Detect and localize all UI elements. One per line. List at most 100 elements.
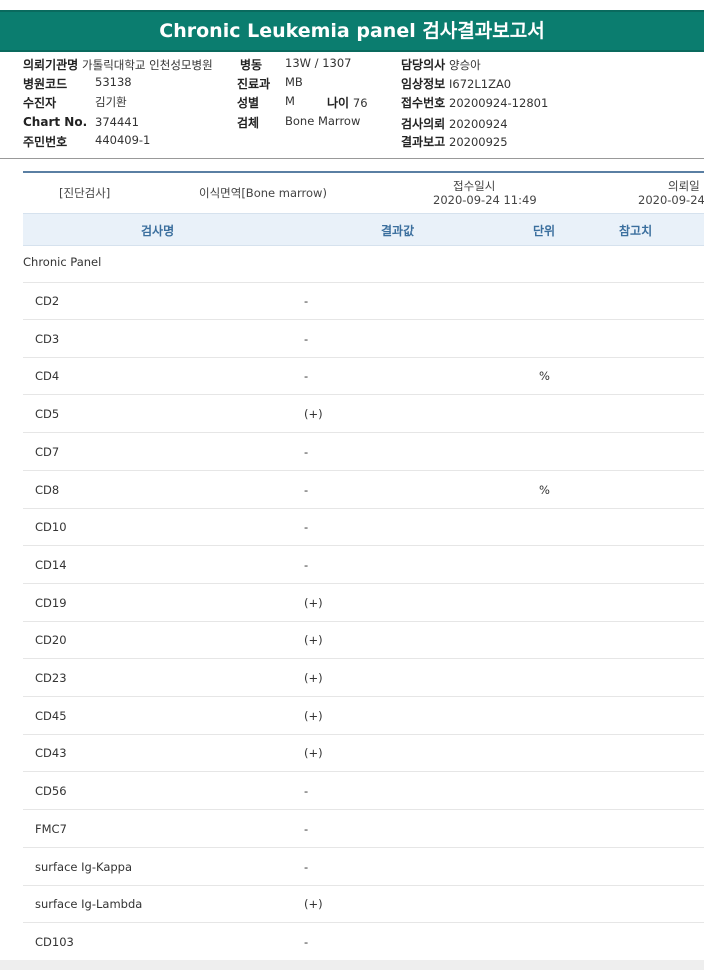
test-result: - [304, 520, 309, 535]
test-unit: % [539, 369, 550, 384]
received-label: 접수일시 [453, 179, 496, 193]
table-row: surface Ig-Kappa - [23, 848, 704, 886]
age-value: 76 [352, 96, 368, 110]
dept-field: 진료과 [237, 75, 270, 92]
test-name: CD23 [35, 671, 67, 685]
dept-label: 진료과 [237, 77, 271, 91]
test-result: - [304, 294, 309, 308]
test-unit: % [539, 482, 550, 497]
test-result: - [304, 369, 309, 384]
sex-value-field: M [285, 94, 295, 108]
clinical-field: 임상정보 I672L1ZA0 [401, 75, 511, 92]
test-result: - [304, 331, 309, 346]
requested-label: 의뢰일 [668, 179, 700, 193]
recipient-value-field: 김기환 [95, 94, 127, 110]
bottom-scroll-area [0, 960, 704, 970]
test-result: (+) [304, 633, 323, 648]
ward-value-field: 13W / 1307 [285, 56, 351, 70]
test-result: - [304, 934, 309, 949]
test-name: FMC7 [35, 821, 67, 836]
rrn-value: 440409-1 [95, 133, 151, 147]
table-row: CD14 - [23, 546, 704, 584]
specimen-field: 검체 [237, 114, 259, 131]
test-result: (+) [304, 407, 323, 422]
col-result: 결과값 [381, 224, 415, 238]
test-result: (+) [304, 746, 323, 761]
sex-field: 성별 [237, 94, 259, 111]
test-name: CD7 [35, 444, 60, 459]
receipt-value: 20200924-12801 [449, 96, 549, 110]
report-date-value: 20200925 [449, 135, 508, 149]
code-label: 병원코드 [23, 77, 68, 91]
code-field: 병원코드 [23, 75, 67, 92]
hospital-value: 가톨릭대학교 인천성모병원 [82, 58, 213, 72]
info-divider [0, 158, 704, 159]
received-value: 2020-09-24 11:49 [433, 193, 537, 207]
requested-value: 2020-09-24 [638, 193, 704, 207]
request-category: [진단검사] [59, 186, 111, 200]
table-row: CD7 - [23, 433, 704, 471]
test-name: surface Ig-Lambda [35, 897, 143, 912]
report-date-label: 결과보고 [401, 135, 446, 149]
patient-info: 의뢰기관명 가톨릭대학교 인천성모병원 병동 13W / 1307 담당의사 양… [0, 54, 704, 159]
test-name: CD43 [35, 746, 67, 761]
table-row: CD10 - [23, 508, 704, 547]
test-name: CD4 [35, 369, 60, 384]
sex-value: M [285, 94, 295, 108]
request-label: 검사의뢰 [401, 117, 446, 131]
chart-value-field: 374441 [95, 115, 139, 129]
table-row: CD56 - [23, 772, 704, 811]
recipient-field: 수진자 [23, 94, 56, 111]
code-value-field: 53138 [95, 75, 132, 89]
request-row: [진단검사] 이식면역[Bone marrow) 접수일시 2020-09-24… [23, 173, 704, 213]
doctor-field: 담당의사 양승아 [401, 56, 481, 73]
report-title: Chronic Leukemia panel 검사결과보고서 [0, 10, 704, 52]
specimen-value-field: Bone Marrow [285, 114, 360, 128]
col-name: 검사명 [141, 224, 175, 238]
chart-value: 374441 [95, 115, 139, 129]
request-value: 20200924 [449, 117, 508, 131]
request-test: 이식면역[Bone marrow) [199, 186, 327, 200]
test-result: - [304, 444, 309, 459]
hospital-label: 의뢰기관명 [23, 58, 79, 72]
table-row: CD2 - [23, 282, 704, 320]
test-result: (+) [304, 671, 323, 685]
test-name: surface Ig-Kappa [35, 859, 133, 874]
test-name: CD3 [35, 331, 60, 346]
recipient-value: 김기환 [95, 95, 127, 109]
table-row: CD8 -% [23, 471, 704, 509]
test-name: CD8 [35, 482, 60, 497]
test-result: - [304, 482, 309, 497]
test-result: - [304, 859, 309, 874]
code-value: 53138 [95, 75, 132, 89]
receipt-label: 접수번호 [401, 96, 446, 110]
test-result: - [304, 557, 309, 572]
age-label: 나이 [327, 96, 350, 110]
clinical-value: I672L1ZA0 [449, 77, 512, 91]
ward-field: 병동 [240, 56, 262, 73]
dept-value: MB [285, 75, 303, 89]
rrn-value-field: 440409-1 [95, 133, 150, 147]
table-row: CD19 (+) [23, 584, 704, 622]
test-name: CD19 [35, 595, 67, 610]
test-name: CD103 [35, 934, 74, 949]
test-result: - [304, 821, 309, 836]
age-field: 나이 76 [327, 94, 368, 111]
recipient-label: 수진자 [23, 96, 57, 110]
request-field: 검사의뢰 20200924 [401, 115, 508, 132]
specimen-label: 검체 [237, 116, 260, 130]
test-result: (+) [304, 897, 323, 912]
test-name: CD20 [35, 633, 67, 648]
table-row: CD23 (+) [23, 659, 704, 697]
table-row: CD45 (+) [23, 697, 704, 735]
clinical-label: 임상정보 [401, 77, 446, 91]
doctor-value: 양승아 [449, 58, 481, 72]
ward-label: 병동 [240, 58, 263, 72]
chart-label: Chart No. [23, 115, 88, 129]
ward-value: 13W / 1307 [285, 56, 352, 70]
report-date-field: 결과보고 20200925 [401, 133, 508, 150]
receipt-field: 접수번호 20200924-12801 [401, 94, 548, 111]
test-name: CD14 [35, 557, 67, 572]
test-result: (+) [304, 595, 323, 610]
test-name: CD10 [35, 520, 67, 535]
